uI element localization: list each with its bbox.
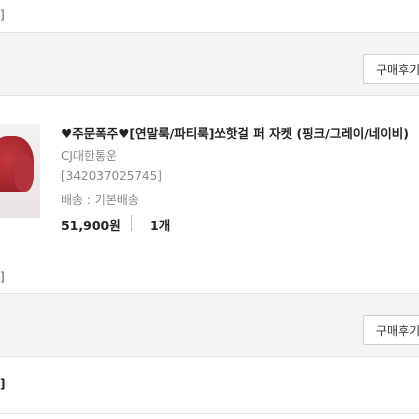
- order-action-bar: [0, 294, 419, 356]
- write-review-button[interactable]: 구매후기: [363, 315, 419, 345]
- product-image-detail: [14, 154, 34, 192]
- product-thumbnail[interactable]: [0, 124, 40, 218]
- edge-bracket: ]: [0, 377, 6, 391]
- edge-bracket: ]: [0, 8, 5, 22]
- tracking-number-link[interactable]: [342037025745]: [61, 169, 162, 183]
- divider: [0, 95, 419, 96]
- divider: [0, 356, 419, 357]
- write-review-button[interactable]: 구매후기: [363, 54, 419, 84]
- edge-bracket: ]: [0, 270, 5, 284]
- price-quantity-divider: [131, 215, 132, 231]
- item-price: 51,900원: [61, 218, 121, 233]
- courier-name: CJ대한통운: [61, 149, 118, 163]
- item-quantity: 1개: [150, 218, 171, 233]
- shipping-method: 배송 : 기본배송: [61, 193, 139, 207]
- product-title-link[interactable]: ♥주문폭주♥[연말룩/파티룩]쏘핫걸 퍼 자켓 (핑크/그레이/네이비): [61, 123, 419, 141]
- divider: [0, 413, 419, 414]
- order-action-bar: [0, 33, 419, 95]
